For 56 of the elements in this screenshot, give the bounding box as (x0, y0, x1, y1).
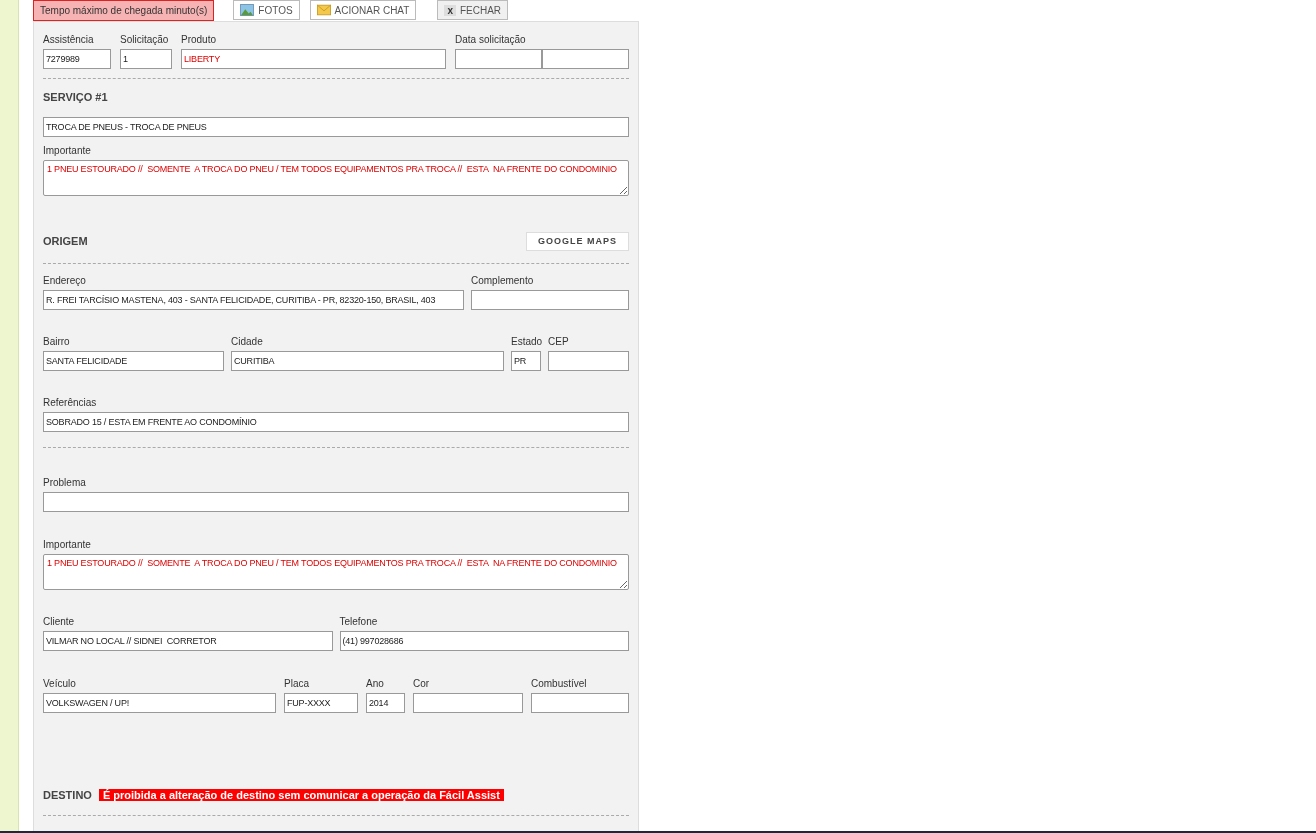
field-label: Complemento (471, 274, 535, 288)
input-field[interactable]: 1 (120, 49, 172, 69)
field-label: Solicitação (120, 33, 170, 47)
field-label: Placa (284, 677, 310, 691)
field-label: Cliente (43, 615, 76, 629)
section-title: DESTINO (43, 789, 92, 801)
input-field[interactable]: SOBRADO 15 / ESTA EM FRENTE AO CONDOMÍNIO (43, 412, 629, 432)
field-label: Combustível (531, 677, 588, 691)
picture-icon (240, 4, 255, 16)
text-area[interactable]: 1 PNEU ESTOURADO // SOMENTE A TROCA DO PNEU / TEM TODOS EQUIPAMENTOS PRA TROCA // ESTA NA FRENTE DO CONDOMINIO (43, 554, 629, 590)
input-field[interactable]: 2014 (366, 693, 405, 713)
input-field[interactable]: LIBERTY (181, 49, 446, 69)
field-label: Produto (181, 33, 218, 47)
envelope-icon (316, 4, 331, 16)
field-label: Estado (511, 335, 541, 349)
input-field[interactable]: TROCA DE PNEUS - TROCA DE PNEUS (43, 117, 629, 137)
field-label: Referências (43, 396, 98, 410)
map-button[interactable]: GOOGLE MAPS (526, 231, 629, 251)
field-label: Assistência (43, 33, 95, 47)
toolbar-button[interactable]: FOTOS (233, 0, 300, 20)
warning-notice: É proibida a alteração de destino sem comunicar a operação da Fácil Assist (98, 789, 504, 801)
field-label: Problema (43, 476, 87, 490)
input-field[interactable]: PR (511, 351, 541, 371)
field-label: Importante (43, 144, 92, 158)
date-field[interactable] (455, 49, 542, 69)
field-label: Veículo (43, 677, 77, 691)
input-field[interactable]: SANTA FELICIDADE (43, 351, 224, 371)
field-label: Telefone (339, 615, 379, 629)
input-field[interactable] (43, 492, 629, 512)
input-field[interactable] (548, 351, 629, 371)
input-field[interactable]: FUP-XXXX (284, 693, 358, 713)
section-title: SERVIÇO #1 (43, 91, 108, 103)
field-label: Cor (413, 677, 431, 691)
input-field[interactable]: R. FREI TARCÍSIO MASTENA, 403 - SANTA FELICIDADE, CURITIBA - PR, 82320-150, BRASIL, 403 (43, 290, 464, 310)
input-field[interactable]: (41) 997028686 (339, 631, 629, 651)
field-label: Bairro (43, 335, 71, 349)
field-label: Ano (366, 677, 385, 691)
toolbar-button[interactable]: x FECHAR (437, 0, 509, 20)
input-field[interactable]: VILMAR NO LOCAL // SIDNEI CORRETOR (43, 631, 333, 651)
text-area[interactable]: 1 PNEU ESTOURADO // SOMENTE A TROCA DO PNEU / TEM TODOS EQUIPAMENTOS PRA TROCA // ESTA NA FRENTE DO CONDOMINIO (43, 160, 629, 196)
close-icon: x (444, 4, 456, 16)
field-label: CEP (548, 335, 570, 349)
input-field[interactable] (531, 693, 629, 713)
toolbar-button[interactable]: ACIONAR CHAT (309, 0, 417, 20)
input-field[interactable]: CURITIBA (231, 351, 504, 371)
input-field[interactable] (413, 693, 523, 713)
field-label: Data solicitação (455, 33, 527, 47)
field-label: Endereço (43, 274, 87, 288)
field-label: Cidade (231, 335, 264, 349)
time-field[interactable] (542, 49, 629, 69)
input-field[interactable]: 7279989 (43, 49, 111, 69)
deadline-notice: Tempo máximo de chegada minuto(s) (33, 0, 215, 21)
input-field[interactable]: VOLKSWAGEN / UP! (43, 693, 276, 713)
section-title: ORIGEM (43, 235, 88, 247)
input-field[interactable] (471, 290, 629, 310)
field-label: Importante (43, 538, 92, 552)
